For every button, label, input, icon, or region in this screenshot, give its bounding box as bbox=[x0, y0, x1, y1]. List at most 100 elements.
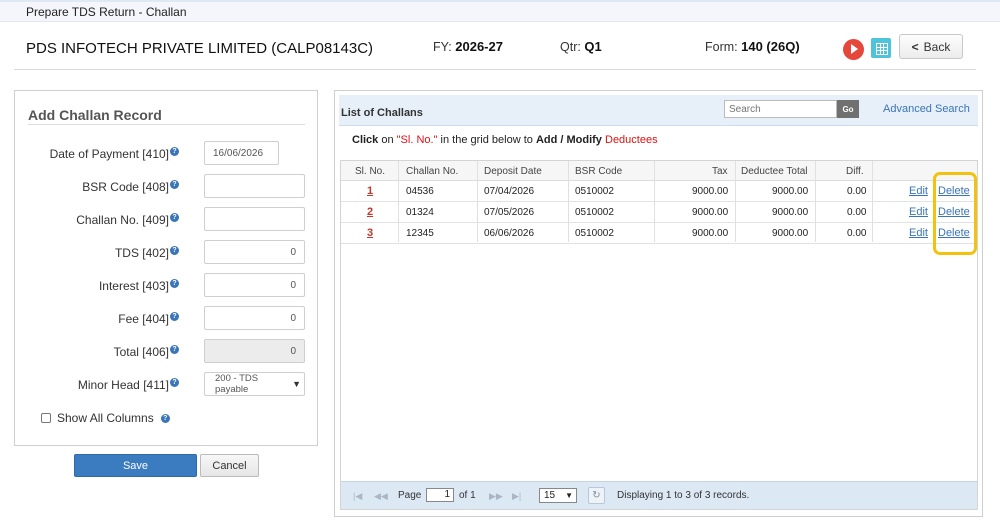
qtr-label: Qtr: bbox=[560, 40, 581, 54]
sl-no-link[interactable]: 2 bbox=[367, 206, 373, 218]
title-bar: Prepare TDS Return - Challan bbox=[0, 0, 1000, 22]
total-input bbox=[204, 339, 305, 363]
form-value: 140 (26Q) bbox=[741, 39, 800, 54]
save-button[interactable]: Save bbox=[74, 454, 197, 477]
cancel-button[interactable]: Cancel bbox=[200, 454, 259, 477]
help-icon[interactable]: ? bbox=[170, 213, 179, 222]
show-all-columns-checkbox[interactable]: Show All Columns ? bbox=[41, 411, 170, 425]
delete-column-highlight bbox=[933, 172, 977, 255]
challan-list-panel: List of Challans Go Advanced Search Clic… bbox=[334, 90, 983, 517]
record-count-text: Displaying 1 to 3 of 3 records. bbox=[617, 490, 750, 501]
col-bsr-code[interactable]: BSR Code bbox=[575, 166, 622, 177]
divider bbox=[28, 124, 305, 125]
edit-link[interactable]: Edit bbox=[909, 206, 928, 218]
page-header: PDS INFOTECH PRIVATE LIMITED (CALP08143C… bbox=[14, 22, 976, 70]
fy-label: FY: bbox=[433, 40, 452, 54]
instr-mid: in the grid below to bbox=[437, 134, 536, 146]
bsr-code-cell: 0510002 bbox=[575, 186, 614, 197]
minor-head-select[interactable]: 200 - TDS payable ▼ bbox=[204, 372, 305, 396]
col-diff[interactable]: Diff. bbox=[846, 166, 864, 177]
page-size-value: 15 bbox=[544, 490, 556, 501]
interest-input[interactable] bbox=[204, 273, 305, 297]
tds-label: TDS [402]? bbox=[115, 246, 179, 260]
page-number-input[interactable]: 1 bbox=[426, 488, 454, 502]
fy-value: 2026-27 bbox=[455, 39, 503, 54]
col-sl-no[interactable]: Sl. No. bbox=[355, 166, 385, 177]
date-of-payment-input[interactable] bbox=[204, 141, 279, 165]
challan-grid: Sl. No. Challan No. Deposit Date BSR Cod… bbox=[340, 160, 978, 510]
tax-cell: 9000.00 bbox=[692, 186, 729, 197]
fee-input[interactable] bbox=[204, 306, 305, 330]
grid-pager: |◀ ◀◀ Page 1 of 1 ▶▶ ▶| 15 ▼ ↻ Displaying… bbox=[341, 481, 977, 509]
last-page-icon[interactable]: ▶| bbox=[512, 491, 521, 502]
col-tax[interactable]: Tax bbox=[712, 166, 728, 177]
bsr-code-input[interactable] bbox=[204, 174, 305, 198]
deposit-date-cell: 07/05/2026 bbox=[484, 207, 535, 218]
table-row: 2 01324 07/05/2026 0510002 9000.00 9000.… bbox=[341, 202, 977, 223]
window-title: Prepare TDS Return - Challan bbox=[26, 5, 187, 19]
bsr-code-cell: 0510002 bbox=[575, 228, 614, 239]
grid-icon[interactable] bbox=[871, 38, 891, 58]
deductee-total-cell: 9000.00 bbox=[772, 207, 809, 218]
checkbox-box[interactable] bbox=[41, 413, 51, 423]
tds-row: TDS [402]? bbox=[15, 240, 319, 266]
company-name: PDS INFOTECH PRIVATE LIMITED (CALP08143C… bbox=[26, 40, 374, 57]
minor-head-value: 200 - TDS payable bbox=[215, 373, 259, 395]
qtr-field: Qtr: Q1 bbox=[560, 39, 602, 54]
minor-head-row: Minor Head [411]? 200 - TDS payable ▼ bbox=[15, 372, 319, 398]
chevron-left-icon: < bbox=[911, 39, 919, 54]
bsr-code-cell: 0510002 bbox=[575, 207, 614, 218]
help-icon[interactable]: ? bbox=[170, 279, 179, 288]
chevron-down-icon: ▼ bbox=[292, 379, 301, 389]
total-row: Total [406]? bbox=[15, 339, 319, 365]
grid-instruction: Click on "Sl. No." in the grid below to … bbox=[352, 134, 658, 146]
help-icon[interactable]: ? bbox=[170, 378, 179, 387]
tax-cell: 9000.00 bbox=[692, 207, 729, 218]
help-icon[interactable]: ? bbox=[160, 413, 170, 423]
col-challan-no[interactable]: Challan No. bbox=[406, 166, 458, 177]
help-icon[interactable]: ? bbox=[170, 345, 179, 354]
diff-cell: 0.00 bbox=[847, 207, 867, 218]
diff-cell: 0.00 bbox=[847, 228, 867, 239]
col-deductee-total[interactable]: Deductee Total bbox=[741, 166, 808, 177]
edit-link[interactable]: Edit bbox=[909, 227, 928, 239]
total-label: Total [406]? bbox=[114, 345, 179, 359]
page-size-select[interactable]: 15 ▼ bbox=[539, 488, 577, 503]
instr-slno: "Sl. No." bbox=[396, 134, 438, 146]
deposit-date-cell: 06/06/2026 bbox=[484, 228, 535, 239]
edit-link[interactable]: Edit bbox=[909, 185, 928, 197]
next-page-icon[interactable]: ▶▶ bbox=[489, 491, 503, 502]
tds-input[interactable] bbox=[204, 240, 305, 264]
challan-list-title: List of Challans bbox=[341, 107, 423, 119]
go-button[interactable]: Go bbox=[837, 100, 859, 118]
back-label: Back bbox=[923, 39, 951, 54]
deductee-total-cell: 9000.00 bbox=[772, 228, 809, 239]
help-icon[interactable]: ? bbox=[170, 312, 179, 321]
prev-page-icon[interactable]: ◀◀ bbox=[374, 491, 388, 502]
play-icon[interactable] bbox=[843, 39, 864, 60]
fee-label: Fee [404]? bbox=[118, 312, 179, 326]
add-challan-title: Add Challan Record bbox=[28, 107, 162, 123]
deductee-total-cell: 9000.00 bbox=[772, 186, 809, 197]
challan-no-label: Challan No. [409]? bbox=[76, 213, 179, 227]
form-field: Form: 140 (26Q) bbox=[705, 39, 800, 54]
challan-no-cell: 01324 bbox=[406, 207, 434, 218]
search-input[interactable] bbox=[724, 100, 837, 118]
first-page-icon[interactable]: |◀ bbox=[353, 491, 362, 502]
fy-field: FY: 2026-27 bbox=[433, 39, 503, 54]
help-icon[interactable]: ? bbox=[170, 246, 179, 255]
table-row: 3 12345 06/06/2026 0510002 9000.00 9000.… bbox=[341, 223, 977, 244]
help-icon[interactable]: ? bbox=[170, 147, 179, 156]
sl-no-link[interactable]: 3 bbox=[367, 227, 373, 239]
advanced-search-link[interactable]: Advanced Search bbox=[883, 103, 970, 115]
back-button[interactable]: < Back bbox=[899, 34, 963, 59]
col-deposit-date[interactable]: Deposit Date bbox=[484, 166, 542, 177]
minor-head-label: Minor Head [411]? bbox=[78, 378, 179, 392]
add-challan-panel: Add Challan Record Date of Payment [410]… bbox=[14, 90, 318, 446]
form-label: Form: bbox=[705, 40, 738, 54]
challan-no-cell: 04536 bbox=[406, 186, 434, 197]
refresh-icon[interactable]: ↻ bbox=[588, 487, 605, 504]
sl-no-link[interactable]: 1 bbox=[367, 185, 373, 197]
help-icon[interactable]: ? bbox=[170, 180, 179, 189]
challan-no-input[interactable] bbox=[204, 207, 305, 231]
